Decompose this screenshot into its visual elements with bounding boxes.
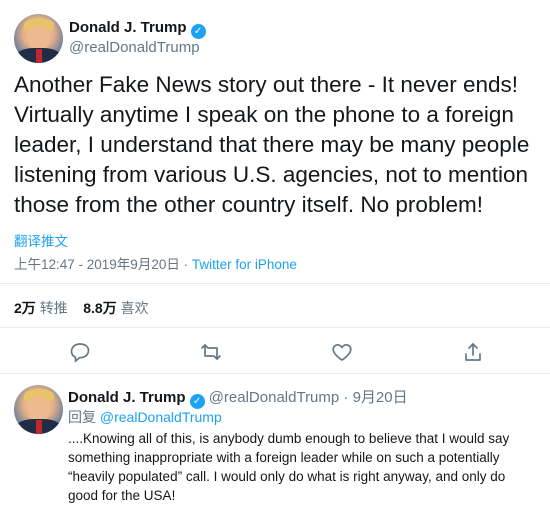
verified-badge-icon: ✓ xyxy=(190,24,206,39)
tweet-text: Another Fake News story out there - It n… xyxy=(14,72,530,217)
reply-to-handle-link[interactable]: @realDonaldTrump xyxy=(100,409,222,425)
tweet-source-link[interactable]: Twitter for iPhone xyxy=(192,257,297,272)
translate-tweet-link[interactable]: 翻译推文 xyxy=(14,230,68,250)
reply-author-avatar[interactable] xyxy=(14,385,63,434)
retweets-label: 转推 xyxy=(39,300,68,316)
likes-count: 8.8万 xyxy=(83,300,117,316)
reply-icon[interactable] xyxy=(68,340,92,364)
like-icon[interactable] xyxy=(330,340,354,364)
tweet-meta: 上午12:47 - 2019年9月20日 · Twitter for iPhon… xyxy=(14,253,297,273)
reply-prefix: 回复 xyxy=(68,409,96,425)
replying-to: 回复 @realDonaldTrump xyxy=(68,407,222,427)
retweets-count: 2万 xyxy=(14,300,36,316)
author-avatar[interactable] xyxy=(14,14,63,63)
divider xyxy=(0,327,550,328)
reply-author-name[interactable]: Donald J. Trump xyxy=(68,389,186,406)
tweet-stats: 2万 转推 8.8万 喜欢 xyxy=(14,298,149,318)
tweet-timestamp[interactable]: 上午12:47 - 2019年9月20日 xyxy=(14,257,180,272)
author-handle[interactable]: @realDonaldTrump xyxy=(69,39,200,56)
reply-separator: · xyxy=(343,389,349,406)
reply-author-handle[interactable]: @realDonaldTrump xyxy=(209,389,340,406)
likes-stat[interactable]: 8.8万 喜欢 xyxy=(83,300,148,316)
meta-separator: · xyxy=(183,257,189,272)
reply-tweet-text: ....Knowing all of this, is anybody dumb… xyxy=(68,431,510,503)
reply-header: Donald J. Trump ✓ @realDonaldTrump · 9月20… xyxy=(68,386,408,409)
divider xyxy=(0,373,550,374)
author-name-text: Donald J. Trump xyxy=(69,19,187,36)
share-icon[interactable] xyxy=(461,340,485,364)
retweets-stat[interactable]: 2万 转推 xyxy=(14,300,68,316)
retweet-icon[interactable] xyxy=(199,340,223,364)
author-name[interactable]: Donald J. Trump ✓ xyxy=(69,19,206,39)
divider xyxy=(0,283,550,284)
likes-label: 喜欢 xyxy=(120,300,149,316)
reply-date[interactable]: 9月20日 xyxy=(353,389,408,406)
